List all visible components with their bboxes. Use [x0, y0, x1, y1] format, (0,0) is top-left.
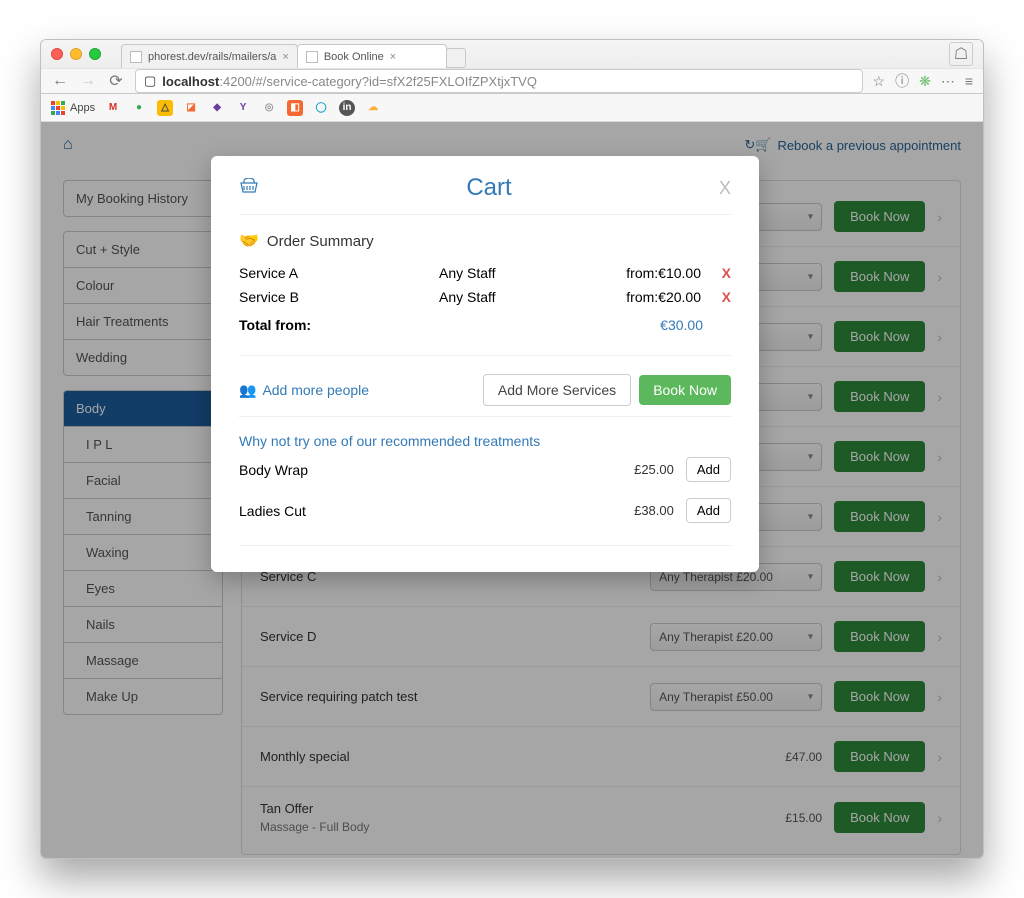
cart-icon	[239, 178, 259, 199]
cart-staff: Any Staff	[439, 289, 579, 305]
cart-service: Service A	[239, 265, 439, 281]
evernote-icon[interactable]: ❋	[919, 73, 931, 90]
cart-price: from:€20.00	[579, 289, 701, 305]
reco-price: £38.00	[634, 503, 674, 518]
bookmark-icon[interactable]: △	[157, 100, 173, 116]
remove-item-button[interactable]: X	[701, 289, 731, 305]
page-favicon	[130, 51, 142, 63]
reco-name: Ladies Cut	[239, 503, 634, 519]
cart-service: Service B	[239, 289, 439, 305]
add-more-services-button[interactable]: Add More Services	[483, 374, 631, 406]
tab-title: Book Online	[324, 51, 384, 63]
handshake-icon: 🤝	[239, 231, 259, 251]
zoom-window-icon[interactable]	[89, 48, 101, 60]
bookmark-icon[interactable]: in	[339, 100, 355, 116]
cart-modal: Cart X 🤝 Order Summary Service AAny Staf…	[211, 156, 759, 572]
recommended-item: Body Wrap£25.00 Add	[239, 449, 731, 490]
cart-title: Cart	[259, 174, 719, 202]
order-summary-label: Order Summary	[267, 233, 374, 250]
add-reco-button[interactable]: Add	[686, 457, 731, 482]
bookmark-icon[interactable]: ◧	[287, 100, 303, 116]
bookmark-icon[interactable]: ☁	[365, 100, 381, 116]
tab-title: phorest.dev/rails/mailers/a	[148, 51, 276, 63]
bookmark-icon[interactable]: ●	[131, 100, 147, 116]
cart-price: from:€10.00	[579, 265, 701, 281]
recommended-heading: Why not try one of our recommended treat…	[239, 416, 731, 449]
bookmarks-bar: Apps M ● △ ◪ ◆ Y ◎ ◧ ◯ in ☁	[41, 94, 983, 122]
add-people-label: Add more people	[262, 382, 369, 398]
close-window-icon[interactable]	[51, 48, 63, 60]
recommended-item: Ladies Cut£38.00 Add	[239, 490, 731, 531]
divider	[239, 545, 731, 546]
apps-icon	[51, 101, 65, 115]
bookmark-icon[interactable]: Y	[235, 100, 251, 116]
minimize-window-icon[interactable]	[70, 48, 82, 60]
toolbar-icons: ☆ ⓘ ❋ ⋯ ≡	[873, 71, 973, 91]
address-bar[interactable]: ▢ localhost:4200/#/service-category?id=s…	[135, 69, 863, 93]
url-port: :4200	[219, 74, 252, 89]
apps-label: Apps	[70, 102, 95, 114]
url-path: /#/service-category?id=sfX2f25FXLOIfZPXt…	[252, 74, 537, 89]
book-now-button[interactable]: Book Now	[639, 375, 731, 405]
total-label: Total from:	[239, 317, 311, 333]
remove-item-button[interactable]: X	[701, 265, 731, 281]
bookmark-icon[interactable]: ◯	[313, 100, 329, 116]
browser-tab[interactable]: phorest.dev/rails/mailers/a ×	[121, 44, 298, 68]
extension-icon[interactable]: ⋯	[941, 73, 955, 90]
close-tab-icon[interactable]: ×	[390, 51, 396, 63]
new-tab-button[interactable]	[446, 48, 466, 68]
close-modal-icon[interactable]: X	[719, 178, 731, 199]
star-icon[interactable]: ☆	[873, 73, 886, 90]
cart-line: Service AAny Stafffrom:€10.00X	[239, 261, 731, 285]
reco-price: £25.00	[634, 462, 674, 477]
page-icon: ▢	[144, 73, 156, 89]
profile-icon[interactable]: ☖	[949, 42, 973, 66]
window-controls	[51, 48, 101, 60]
total-amount: €30.00	[660, 317, 703, 333]
forward-button[interactable]: →	[79, 72, 97, 90]
bookmark-icon[interactable]: ◎	[261, 100, 277, 116]
browser-chrome: phorest.dev/rails/mailers/a × Book Onlin…	[41, 40, 983, 94]
apps-shortcut[interactable]: Apps	[51, 101, 95, 115]
bookmark-icon[interactable]: M	[105, 100, 121, 116]
add-reco-button[interactable]: Add	[686, 498, 731, 523]
browser-tabs: phorest.dev/rails/mailers/a × Book Onlin…	[121, 40, 466, 68]
reload-button[interactable]: ⟳	[107, 71, 125, 91]
bookmark-icon[interactable]: ◆	[209, 100, 225, 116]
browser-tab[interactable]: Book Online ×	[297, 44, 447, 68]
close-tab-icon[interactable]: ×	[282, 51, 288, 63]
reco-name: Body Wrap	[239, 462, 634, 478]
people-icon: 👥	[239, 382, 256, 399]
info-icon[interactable]: ⓘ	[895, 71, 909, 91]
back-button[interactable]: ←	[51, 72, 69, 90]
cart-staff: Any Staff	[439, 265, 579, 281]
bookmark-icon[interactable]: ◪	[183, 100, 199, 116]
add-people-link[interactable]: 👥 Add more people	[239, 382, 369, 399]
page-favicon	[306, 51, 318, 63]
url-host: localhost	[162, 74, 219, 89]
cart-line: Service BAny Stafffrom:€20.00X	[239, 285, 731, 309]
browser-window: phorest.dev/rails/mailers/a × Book Onlin…	[40, 39, 984, 859]
menu-icon[interactable]: ≡	[965, 73, 973, 89]
